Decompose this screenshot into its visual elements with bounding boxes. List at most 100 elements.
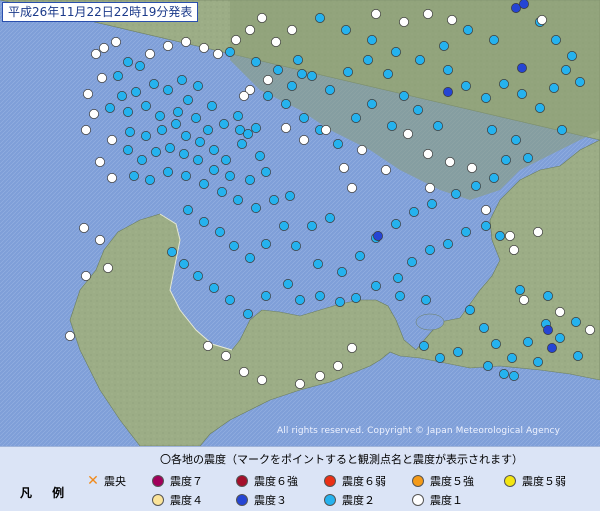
station-marker-intensity-1[interactable] bbox=[281, 123, 291, 133]
station-marker-intensity-1[interactable] bbox=[315, 371, 325, 381]
station-marker-intensity-2[interactable] bbox=[575, 77, 585, 87]
station-marker-intensity-2[interactable] bbox=[555, 333, 565, 343]
station-marker-intensity-2[interactable] bbox=[393, 273, 403, 283]
station-marker-intensity-2[interactable] bbox=[421, 295, 431, 305]
station-marker-intensity-1[interactable] bbox=[231, 35, 241, 45]
station-marker-intensity-3[interactable] bbox=[443, 87, 453, 97]
station-marker-intensity-1[interactable] bbox=[107, 135, 117, 145]
station-marker-intensity-2[interactable] bbox=[499, 79, 509, 89]
station-marker-intensity-2[interactable] bbox=[313, 259, 323, 269]
station-marker-intensity-2[interactable] bbox=[219, 119, 229, 129]
station-marker-intensity-1[interactable] bbox=[423, 149, 433, 159]
station-marker-intensity-1[interactable] bbox=[263, 75, 273, 85]
station-marker-intensity-3[interactable] bbox=[519, 0, 529, 9]
station-marker-intensity-2[interactable] bbox=[337, 267, 347, 277]
station-marker-intensity-1[interactable] bbox=[445, 157, 455, 167]
station-marker-intensity-2[interactable] bbox=[225, 47, 235, 57]
station-marker-intensity-1[interactable] bbox=[295, 379, 305, 389]
station-marker-intensity-1[interactable] bbox=[357, 145, 367, 155]
station-marker-intensity-2[interactable] bbox=[511, 135, 521, 145]
station-marker-intensity-2[interactable] bbox=[471, 181, 481, 191]
station-marker-intensity-2[interactable] bbox=[461, 81, 471, 91]
station-marker-intensity-2[interactable] bbox=[517, 89, 527, 99]
station-marker-intensity-2[interactable] bbox=[179, 149, 189, 159]
station-marker-intensity-2[interactable] bbox=[439, 41, 449, 51]
station-marker-intensity-2[interactable] bbox=[243, 309, 253, 319]
station-marker-intensity-2[interactable] bbox=[287, 81, 297, 91]
station-marker-intensity-2[interactable] bbox=[307, 221, 317, 231]
station-marker-intensity-2[interactable] bbox=[229, 241, 239, 251]
station-marker-intensity-2[interactable] bbox=[413, 105, 423, 115]
station-marker-intensity-1[interactable] bbox=[447, 15, 457, 25]
station-marker-intensity-2[interactable] bbox=[125, 127, 135, 137]
station-marker-intensity-1[interactable] bbox=[533, 227, 543, 237]
station-marker-intensity-2[interactable] bbox=[341, 25, 351, 35]
station-marker-intensity-2[interactable] bbox=[123, 145, 133, 155]
station-marker-intensity-2[interactable] bbox=[263, 91, 273, 101]
station-marker-intensity-2[interactable] bbox=[543, 291, 553, 301]
station-marker-intensity-2[interactable] bbox=[179, 259, 189, 269]
station-marker-intensity-2[interactable] bbox=[269, 195, 279, 205]
station-marker-intensity-1[interactable] bbox=[347, 183, 357, 193]
station-marker-intensity-2[interactable] bbox=[299, 113, 309, 123]
station-marker-intensity-2[interactable] bbox=[427, 199, 437, 209]
station-marker-intensity-2[interactable] bbox=[251, 203, 261, 213]
station-marker-intensity-1[interactable] bbox=[381, 165, 391, 175]
station-marker-intensity-1[interactable] bbox=[333, 361, 343, 371]
station-marker-intensity-2[interactable] bbox=[157, 125, 167, 135]
station-marker-intensity-2[interactable] bbox=[395, 291, 405, 301]
station-marker-intensity-1[interactable] bbox=[537, 15, 547, 25]
station-marker-intensity-1[interactable] bbox=[213, 49, 223, 59]
station-marker-intensity-2[interactable] bbox=[215, 227, 225, 237]
station-marker-intensity-2[interactable] bbox=[181, 131, 191, 141]
station-marker-intensity-1[interactable] bbox=[299, 135, 309, 145]
station-marker-intensity-2[interactable] bbox=[333, 139, 343, 149]
station-marker-intensity-1[interactable] bbox=[95, 157, 105, 167]
station-marker-intensity-2[interactable] bbox=[209, 283, 219, 293]
station-marker-intensity-2[interactable] bbox=[523, 153, 533, 163]
station-marker-intensity-2[interactable] bbox=[245, 175, 255, 185]
station-marker-intensity-1[interactable] bbox=[89, 109, 99, 119]
station-marker-intensity-2[interactable] bbox=[293, 55, 303, 65]
station-marker-intensity-2[interactable] bbox=[291, 241, 301, 251]
station-marker-intensity-2[interactable] bbox=[193, 155, 203, 165]
station-marker-intensity-2[interactable] bbox=[533, 357, 543, 367]
station-marker-intensity-2[interactable] bbox=[419, 341, 429, 351]
station-marker-intensity-1[interactable] bbox=[83, 89, 93, 99]
station-marker-intensity-2[interactable] bbox=[243, 129, 253, 139]
station-marker-intensity-1[interactable] bbox=[505, 231, 515, 241]
station-marker-intensity-2[interactable] bbox=[481, 221, 491, 231]
station-marker-intensity-2[interactable] bbox=[117, 91, 127, 101]
station-marker-intensity-2[interactable] bbox=[325, 213, 335, 223]
station-marker-intensity-2[interactable] bbox=[195, 137, 205, 147]
station-marker-intensity-2[interactable] bbox=[407, 257, 417, 267]
station-marker-intensity-2[interactable] bbox=[209, 145, 219, 155]
station-marker-intensity-2[interactable] bbox=[163, 85, 173, 95]
station-marker-intensity-3[interactable] bbox=[543, 325, 553, 335]
station-marker-intensity-3[interactable] bbox=[547, 343, 557, 353]
station-marker-intensity-1[interactable] bbox=[199, 43, 209, 53]
station-marker-intensity-2[interactable] bbox=[225, 171, 235, 181]
station-marker-intensity-2[interactable] bbox=[315, 13, 325, 23]
station-marker-intensity-2[interactable] bbox=[567, 51, 577, 61]
station-marker-intensity-2[interactable] bbox=[383, 69, 393, 79]
station-marker-intensity-2[interactable] bbox=[191, 113, 201, 123]
station-marker-intensity-2[interactable] bbox=[465, 305, 475, 315]
station-marker-intensity-2[interactable] bbox=[273, 65, 283, 75]
station-marker-intensity-1[interactable] bbox=[519, 295, 529, 305]
station-marker-intensity-2[interactable] bbox=[137, 155, 147, 165]
station-marker-intensity-2[interactable] bbox=[105, 103, 115, 113]
station-marker-intensity-2[interactable] bbox=[371, 281, 381, 291]
station-marker-intensity-2[interactable] bbox=[261, 291, 271, 301]
station-marker-intensity-2[interactable] bbox=[391, 219, 401, 229]
station-marker-intensity-2[interactable] bbox=[351, 113, 361, 123]
station-marker-intensity-2[interactable] bbox=[129, 171, 139, 181]
station-marker-intensity-1[interactable] bbox=[79, 223, 89, 233]
station-marker-intensity-2[interactable] bbox=[523, 337, 533, 347]
station-marker-intensity-2[interactable] bbox=[183, 205, 193, 215]
station-marker-intensity-2[interactable] bbox=[141, 131, 151, 141]
station-marker-intensity-2[interactable] bbox=[461, 227, 471, 237]
station-marker-intensity-1[interactable] bbox=[585, 325, 595, 335]
station-marker-intensity-2[interactable] bbox=[145, 175, 155, 185]
station-marker-intensity-2[interactable] bbox=[123, 107, 133, 117]
